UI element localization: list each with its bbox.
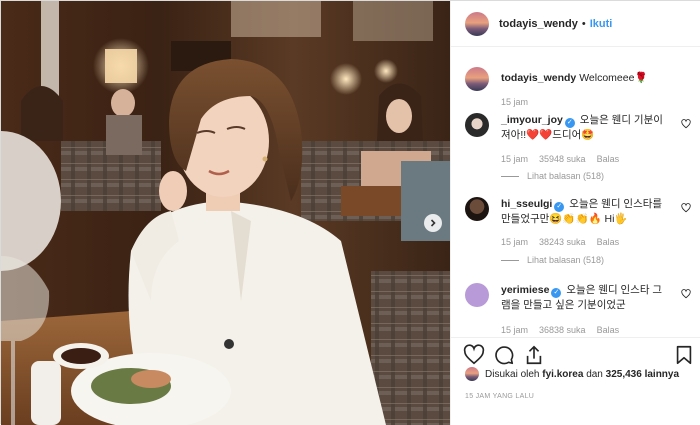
- replies-divider-line: [501, 175, 519, 177]
- author-avatar[interactable]: [465, 11, 489, 36]
- action-bar: [451, 337, 700, 367]
- comment-meta: 15 jam 38243 suka Balas: [501, 237, 619, 247]
- comment-meta: 15 jam 36838 suka Balas: [501, 325, 619, 335]
- reply-button[interactable]: Balas: [597, 237, 620, 247]
- comment-likes[interactable]: 38243 suka: [539, 237, 586, 247]
- view-replies-label: Lihat balasan (518): [527, 171, 605, 181]
- next-photo-button[interactable]: [424, 214, 442, 232]
- caption-time[interactable]: 15 jam: [501, 97, 528, 107]
- comment-time[interactable]: 15 jam: [501, 154, 528, 164]
- comment-time[interactable]: 15 jam: [501, 237, 528, 247]
- replies-divider-line: [501, 259, 519, 261]
- comments-list[interactable]: todayis_wendy Welcomeee🌹 15 jam _imyour_…: [451, 47, 700, 337]
- comment-body: _imyour_joy ✓ 오늘은 웬디 기분이 져아!!❤️❤️드디어🤩: [501, 113, 669, 143]
- commenter-avatar[interactable]: [465, 113, 489, 137]
- verified-badge-icon: ✓: [551, 288, 562, 298]
- liked-by-others[interactable]: 325,436 lainnya: [606, 369, 679, 380]
- comment-body: yerimiese ✓ 오늘은 웬디 인스타 그램을 만들고 싶은 기분이었군: [501, 283, 669, 313]
- caption-username[interactable]: todayis_wendy: [501, 72, 576, 84]
- verified-badge-icon: ✓: [554, 202, 565, 212]
- view-replies-label: Lihat balasan (518): [527, 255, 605, 265]
- liker-avatar[interactable]: [465, 367, 479, 381]
- liked-by-user[interactable]: fyi.korea: [542, 369, 583, 380]
- comment-like-icon[interactable]: [681, 119, 691, 129]
- commenter-username[interactable]: yerimiese: [501, 284, 549, 296]
- post-photo[interactable]: [1, 1, 450, 425]
- comment-time[interactable]: 15 jam: [501, 325, 528, 335]
- heart-icon[interactable]: [463, 344, 485, 366]
- follow-button[interactable]: Ikuti: [590, 18, 613, 30]
- post-header: todayis_wendy • Ikuti: [451, 1, 700, 47]
- bookmark-icon[interactable]: [673, 344, 695, 366]
- liked-by-prefix: Disukai oleh: [485, 368, 540, 380]
- restaurant-photo: [1, 1, 450, 425]
- comment-meta: 15 jam 35948 suka Balas: [501, 154, 619, 164]
- instagram-post: todayis_wendy • Ikuti todayis_wendy Welc…: [0, 0, 700, 425]
- comment-body: hi_sseulgi ✓ 오늘은 웬디 인스타를 만들었구만😆👏👏🔥 Hi🖐: [501, 197, 669, 227]
- separator-dot: •: [581, 17, 586, 30]
- post-side-panel: todayis_wendy • Ikuti todayis_wendy Welc…: [450, 1, 700, 425]
- comment-likes[interactable]: 36838 suka: [539, 325, 586, 335]
- reply-button[interactable]: Balas: [597, 325, 620, 335]
- comment-like-icon[interactable]: [681, 203, 691, 213]
- liked-by-conjunction: dan: [586, 368, 603, 380]
- view-replies-button[interactable]: Lihat balasan (518): [501, 171, 604, 181]
- view-replies-button[interactable]: Lihat balasan (518): [501, 255, 604, 265]
- likes-summary: Disukai oleh fyi.korea dan 325,436 lainn…: [465, 367, 695, 381]
- chevron-right-icon: [430, 219, 436, 227]
- commenter-avatar[interactable]: [465, 283, 489, 307]
- comment-likes[interactable]: 35948 suka: [539, 154, 586, 164]
- verified-badge-icon: ✓: [564, 118, 575, 128]
- share-arrow-icon[interactable]: [523, 344, 545, 366]
- comment-like-icon[interactable]: [681, 289, 691, 299]
- caption-text: Welcomeee🌹: [579, 72, 648, 84]
- comment-bubble-icon[interactable]: [493, 344, 515, 366]
- commenter-username[interactable]: _imyour_joy: [501, 114, 563, 126]
- post-timestamp[interactable]: 15 JAM YANG LALU: [465, 393, 534, 400]
- caption-avatar[interactable]: [465, 67, 489, 91]
- commenter-username[interactable]: hi_sseulgi: [501, 198, 552, 210]
- commenter-avatar[interactable]: [465, 197, 489, 221]
- caption-body: todayis_wendy Welcomeee🌹: [501, 71, 669, 86]
- reply-button[interactable]: Balas: [597, 154, 620, 164]
- author-username[interactable]: todayis_wendy: [499, 18, 578, 30]
